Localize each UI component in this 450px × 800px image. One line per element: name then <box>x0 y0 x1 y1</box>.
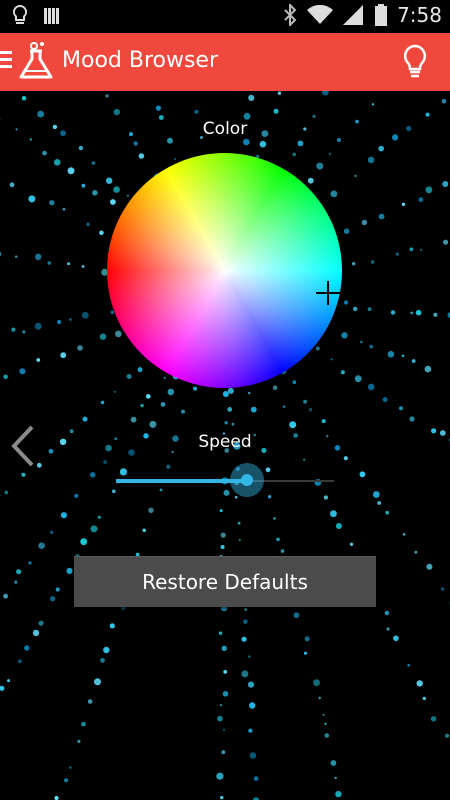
color-label: Color <box>202 119 248 139</box>
color-selector-crosshair[interactable] <box>316 281 340 305</box>
app-bar: Mood Browser <box>0 33 450 91</box>
hamburger-icon[interactable] <box>0 51 12 72</box>
status-bar: 7:58 <box>0 0 450 33</box>
speed-label: Speed <box>198 432 252 452</box>
wifi-icon <box>307 5 334 24</box>
bluetooth-icon <box>284 4 297 26</box>
speed-slider[interactable] <box>116 460 334 500</box>
slider-thumb[interactable] <box>241 474 253 486</box>
lightbulb-icon <box>12 5 28 24</box>
restore-defaults-label: Restore Defaults <box>142 570 308 594</box>
cell-signal-icon <box>343 5 364 25</box>
restore-defaults-button[interactable]: Restore Defaults <box>74 556 376 607</box>
signal-bars-icon <box>44 8 59 24</box>
status-time: 7:58 <box>397 3 442 27</box>
flask-icon[interactable] <box>16 41 56 83</box>
lightbulb-icon[interactable] <box>402 44 428 80</box>
slider-fill <box>116 479 247 483</box>
color-wheel[interactable] <box>107 153 342 388</box>
app-title: Mood Browser <box>62 48 219 73</box>
battery-icon <box>375 4 388 26</box>
